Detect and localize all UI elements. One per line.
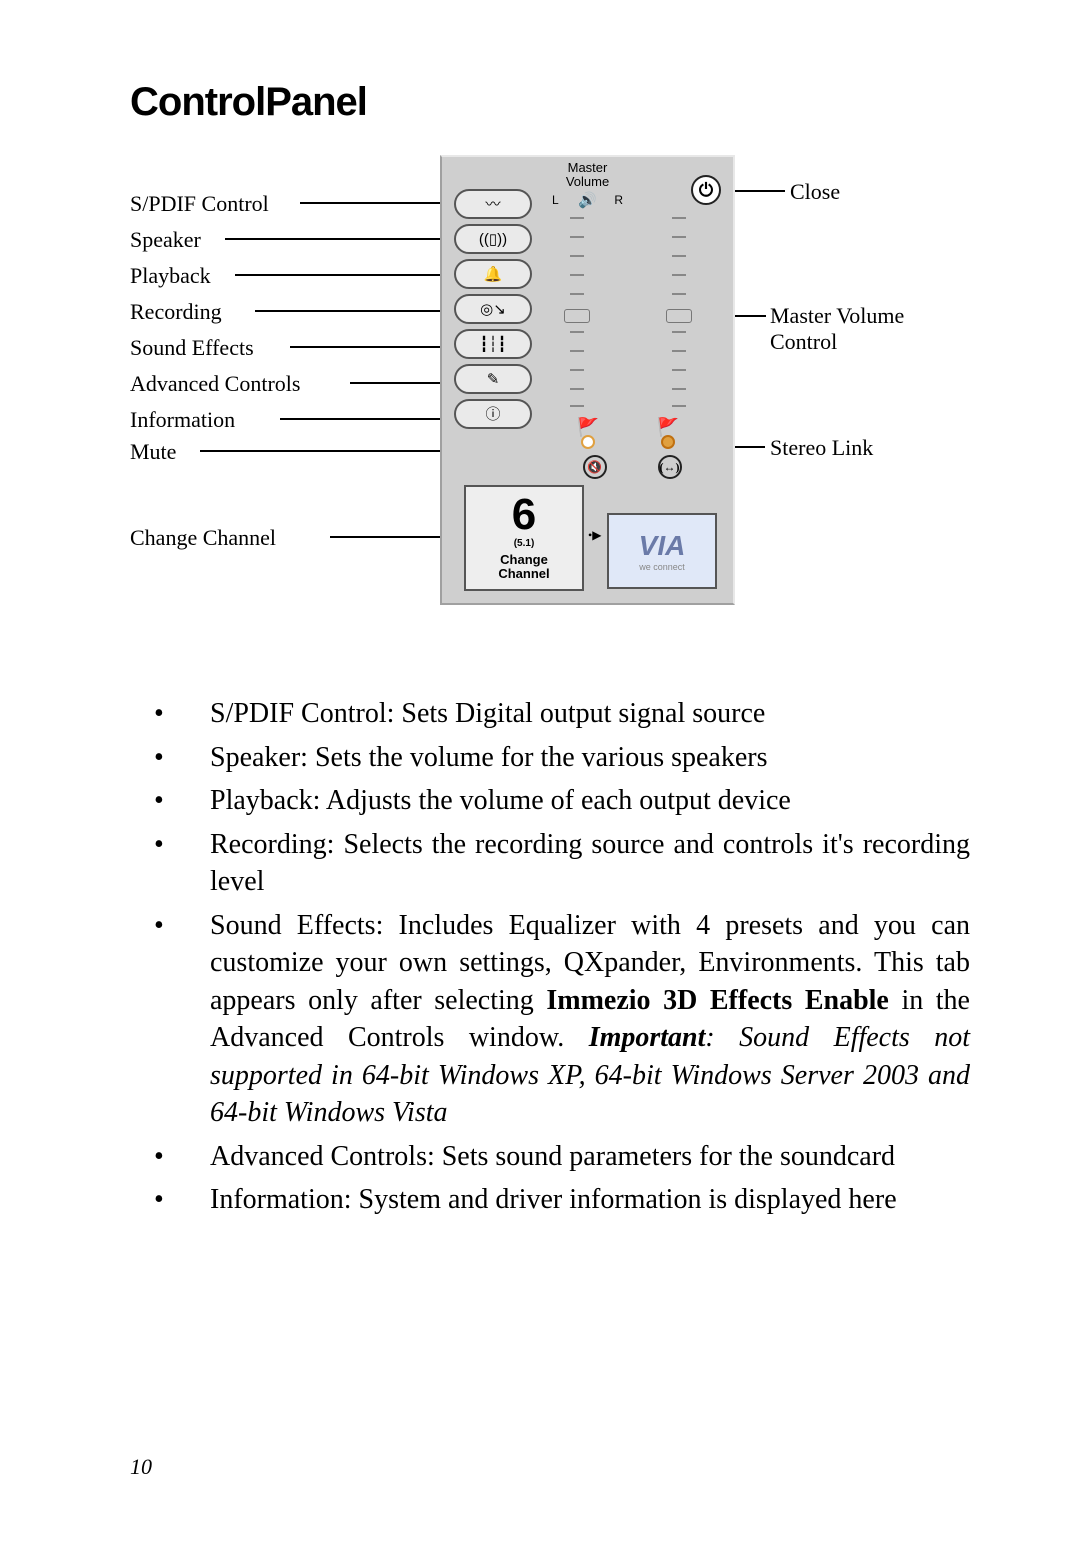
left-channel-label: L xyxy=(552,193,559,207)
information-button[interactable]: ⓘ xyxy=(454,399,532,429)
info-icon: ⓘ xyxy=(485,407,500,422)
callout-master-volume-control: Master Volume Control xyxy=(770,303,904,355)
via-logo-box: VIA we connect xyxy=(607,513,717,589)
spdif-icon: 〰 xyxy=(485,197,500,212)
sound-effects-button[interactable]: ┇┆┇ xyxy=(454,329,532,359)
callout-spdif: S/PDIF Control xyxy=(130,191,269,217)
mute-button[interactable]: 🔇 xyxy=(583,455,607,479)
page-number: 10 xyxy=(130,1454,152,1480)
channel-mode: (5.1) xyxy=(514,538,535,549)
link-icon: (↔) xyxy=(660,460,680,475)
wrench-icon: ✎ xyxy=(487,372,500,387)
via-tagline: we connect xyxy=(639,562,685,572)
callout-stereo-link: Stereo Link xyxy=(770,435,873,461)
playback-button[interactable]: 🔔 xyxy=(454,259,532,289)
via-logo: VIA xyxy=(639,530,686,562)
speaker-button[interactable]: ((▯)) xyxy=(454,224,532,254)
power-icon: ⏻ xyxy=(699,180,713,201)
close-button[interactable]: ⏻ xyxy=(691,175,721,205)
speaker-pill-icon: ((▯)) xyxy=(479,232,507,247)
audio-panel: Master Volume 🔊 L R ⏻ 〰 ((▯)) 🔔 ◎↘ ┇┆┇ ✎… xyxy=(440,155,735,605)
list-item: S/PDIF Control: Sets Digital output sign… xyxy=(154,695,970,733)
callout-change-channel: Change Channel xyxy=(130,525,276,551)
right-volume-slider[interactable] xyxy=(672,217,686,407)
recording-button[interactable]: ◎↘ xyxy=(454,294,532,324)
change-channel-button[interactable]: 6 (5.1) Change Channel xyxy=(464,485,584,591)
left-volume-slider[interactable] xyxy=(570,217,584,407)
equalizer-icon: ┇┆┇ xyxy=(479,337,506,352)
mute-indicator[interactable] xyxy=(581,435,595,449)
stereo-link-button[interactable]: (↔) xyxy=(658,455,682,479)
right-channel-label: R xyxy=(614,193,623,207)
list-item: Recording: Selects the recording source … xyxy=(154,826,970,901)
callout-information: Information xyxy=(130,407,235,433)
callout-close: Close xyxy=(790,179,840,205)
description-list: S/PDIF Control: Sets Digital output sign… xyxy=(130,695,970,1219)
recording-icon: ◎↘ xyxy=(480,302,506,317)
callout-recording: Recording xyxy=(130,299,222,325)
callout-speaker: Speaker xyxy=(130,227,201,253)
callout-mute: Mute xyxy=(130,439,176,465)
list-item: Information: System and driver informati… xyxy=(154,1181,970,1219)
master-volume-title: Master Volume xyxy=(566,161,609,189)
callout-playback: Playback xyxy=(130,263,211,289)
play-indicator-icon: •▶ xyxy=(588,528,601,543)
spdif-control-button[interactable]: 〰 xyxy=(454,189,532,219)
control-panel-diagram: S/PDIF Control Speaker Playback Recordin… xyxy=(130,155,950,645)
list-item: Speaker: Sets the volume for the various… xyxy=(154,739,970,777)
speaker-icon: 🔊 xyxy=(578,191,597,210)
callout-advanced-controls: Advanced Controls xyxy=(130,371,300,397)
change-channel-label: Change Channel xyxy=(498,553,549,581)
mute-icon: 🔇 xyxy=(587,460,602,475)
channel-count: 6 xyxy=(512,495,536,535)
list-item: Advanced Controls: Sets sound parameters… xyxy=(154,1138,970,1176)
list-item: Playback: Adjusts the volume of each out… xyxy=(154,782,970,820)
advanced-controls-button[interactable]: ✎ xyxy=(454,364,532,394)
callout-sound-effects: Sound Effects xyxy=(130,335,254,361)
page-title: ControlPanel xyxy=(130,80,970,125)
stereo-link-indicator[interactable] xyxy=(661,435,675,449)
playback-icon: 🔔 xyxy=(484,267,503,282)
right-slider-handle[interactable] xyxy=(666,309,692,323)
left-slider-handle[interactable] xyxy=(564,309,590,323)
list-item: Sound Effects: Includes Equalizer with 4… xyxy=(154,907,970,1132)
